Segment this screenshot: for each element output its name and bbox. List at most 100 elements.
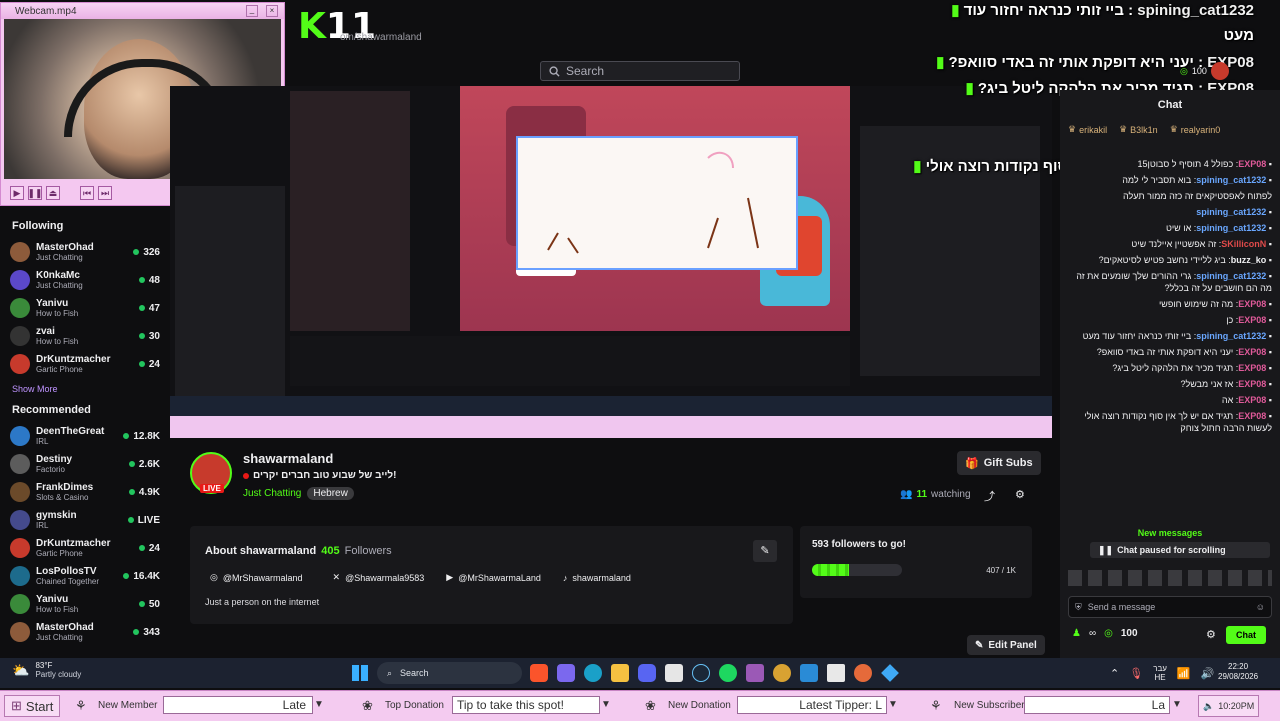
chat-username[interactable]: EXP08 <box>1238 159 1266 169</box>
edit-about-button[interactable]: ✎ <box>753 540 777 562</box>
chat-message[interactable]: ▪ SKilliconN: זה אפשטיין איילנד שיט <box>1060 236 1280 252</box>
chevron-down-icon[interactable]: ▼ <box>1172 699 1182 710</box>
channel-points[interactable]: 100 <box>1121 628 1138 639</box>
store-icon[interactable] <box>665 664 683 682</box>
copilot-icon[interactable] <box>557 664 575 682</box>
play-icon[interactable]: ▶ <box>10 186 24 200</box>
pause-icon[interactable]: ❚❚ <box>27 186 43 200</box>
webcam-titlebar[interactable]: Webcam.mp4 _ × <box>1 3 284 19</box>
recommended-item[interactable]: DrKuntzmacher Gartic Phone 24 <box>0 534 170 562</box>
social-link[interactable]: ♪ shawarmaland <box>563 573 631 583</box>
taskbar-search[interactable]: ⌕ Search <box>377 662 522 684</box>
chat-username[interactable]: spining_cat1232 <box>1196 175 1266 185</box>
previous-icon[interactable]: ⏮ <box>80 186 94 200</box>
chevron-down-icon[interactable]: ▼ <box>314 699 324 710</box>
following-item[interactable]: MasterOhad Just Chatting 326 <box>0 238 170 266</box>
chat-message[interactable]: ▪ EXP08: אז אני מבשל? <box>1060 376 1280 392</box>
category-link[interactable]: Just Chatting <box>243 488 301 499</box>
chat-message[interactable]: ▪ EXP08: אה <box>1060 392 1280 408</box>
app-icon[interactable] <box>746 664 764 682</box>
chat-message[interactable]: ▪ EXP08: כפולל 4 תוסיף ל סבוטן15 <box>1060 156 1280 172</box>
wifi-icon[interactable]: 📶 <box>1177 667 1191 680</box>
edge-icon[interactable] <box>584 664 602 682</box>
chat-message[interactable]: ▪ EXP08: כן <box>1060 312 1280 328</box>
chat-input[interactable]: ⛨ Send a message ☺ <box>1068 596 1272 618</box>
emoji-icon[interactable]: ☺ <box>1256 602 1265 612</box>
chat-message[interactable]: ▪ spining_cat1232: או שיט <box>1060 220 1280 236</box>
top-gifter[interactable]: ♛ erikakil <box>1068 124 1107 135</box>
chat-message[interactable]: ▪ spining_cat1232: ביי זותי כנראה יחזור … <box>1060 328 1280 344</box>
chat-username[interactable]: EXP08 <box>1238 395 1266 405</box>
volume-icon[interactable]: 🔊 <box>1201 667 1215 680</box>
infinity-icon[interactable]: ∞ <box>1089 628 1096 639</box>
minimize-button[interactable]: _ <box>246 5 258 17</box>
spotify-icon[interactable] <box>719 664 737 682</box>
diamond-icon[interactable] <box>881 664 899 682</box>
chat-message[interactable]: ▪ spining_cat1232: בוא תסביר לי למה <box>1060 172 1280 188</box>
language-indicator[interactable]: עבר HE <box>1153 664 1167 682</box>
chat-username[interactable]: EXP08 <box>1238 411 1266 421</box>
chevron-down-icon[interactable]: ▼ <box>601 699 611 710</box>
next-icon[interactable]: ⏭ <box>98 186 112 200</box>
chat-username[interactable]: EXP08 <box>1238 299 1266 309</box>
windows-start-icon[interactable] <box>352 665 368 681</box>
chat-message[interactable]: ▪ spining_cat1232 <box>1060 204 1280 220</box>
chat-message[interactable]: ▪ EXP08: תגיד אם יש לך אין סוף נקודות רו… <box>1060 408 1280 436</box>
following-item[interactable]: DrKuntzmacher Gartic Phone 24 <box>0 350 170 378</box>
clock[interactable]: 22:20 29/08/2026 <box>1218 662 1258 682</box>
language-tag[interactable]: Hebrew <box>307 487 354 500</box>
chat-username[interactable]: SKilliconN <box>1221 239 1266 249</box>
following-item[interactable]: Yanivu How to Fish 47 <box>0 294 170 322</box>
vscode-icon[interactable] <box>800 664 818 682</box>
recommended-item[interactable]: DeenTheGreat IRL 12.8K <box>0 422 170 450</box>
weather-widget[interactable]: ⛅ 83°F Partly cloudy <box>12 661 81 679</box>
chat-message[interactable]: ▪ EXP08: מה זה שימוש חופשי <box>1060 296 1280 312</box>
video-player[interactable] <box>170 86 1052 438</box>
recommended-item[interactable]: gymskin IRL LIVE <box>0 506 170 534</box>
mic-icon[interactable]: 🎙 <box>1129 667 1143 680</box>
top-donation-field[interactable]: Tip to take this spot! <box>452 696 600 714</box>
latest-tipper-field[interactable]: Latest Tipper: L <box>737 696 887 714</box>
profile-avatar[interactable] <box>1210 62 1229 80</box>
social-link[interactable]: ◎ @MrShawarmaland <box>210 572 303 583</box>
emote-bar[interactable] <box>1068 570 1272 586</box>
following-item[interactable]: zvai How to Fish 30 <box>0 322 170 350</box>
close-button[interactable]: × <box>266 5 278 17</box>
recommended-item[interactable]: Destiny Factorio 2.6K <box>0 450 170 478</box>
chat-username[interactable]: spining_cat1232 <box>1196 207 1266 217</box>
top-gifter[interactable]: ♛ realyarin0 <box>1170 124 1221 135</box>
recommended-item[interactable]: Yanivu How to Fish 50 <box>0 590 170 618</box>
steam-icon[interactable] <box>692 664 710 682</box>
search-input[interactable]: Search <box>540 61 740 81</box>
channel-name[interactable]: shawarmaland <box>243 451 333 466</box>
share-icon[interactable]: ⤴ <box>984 488 995 504</box>
obs-icon[interactable] <box>773 664 791 682</box>
chat-username[interactable]: EXP08 <box>1238 315 1266 325</box>
chevron-down-icon[interactable]: ▼ <box>888 699 898 710</box>
chat-username[interactable]: spining_cat1232 <box>1196 223 1266 233</box>
following-item[interactable]: K0nkaMc Just Chatting 48 <box>0 266 170 294</box>
chat-message[interactable]: ▪ EXP08: יעני היא דופקת אותי זה באדי סוו… <box>1060 344 1280 360</box>
chat-message[interactable]: ▪ buzz_ko: ביג לליידי נחשב פטיש לסיטאקים… <box>1060 252 1280 268</box>
gift-subs-button[interactable]: 🎁 Gift Subs <box>957 451 1041 475</box>
chat-username[interactable]: spining_cat1232 <box>1196 271 1266 281</box>
chat-settings-icon[interactable]: ⚙ <box>1206 628 1216 641</box>
new-subscriber-field[interactable]: La <box>1024 696 1170 714</box>
chat-message[interactable]: ▪ spining_cat1232: גרי ההורים שלך שומעים… <box>1060 268 1280 296</box>
recommended-item[interactable]: LosPollosTV Chained Together 16.4K <box>0 562 170 590</box>
start-button[interactable]: ⊞ Start <box>4 695 61 717</box>
chat-username[interactable]: spining_cat1232 <box>1196 331 1266 341</box>
social-link[interactable]: ✕ @Shawarmala9583 <box>333 572 425 583</box>
sparkle-icon[interactable] <box>854 664 872 682</box>
top-gifter[interactable]: ♛ B3lk1n <box>1119 124 1158 135</box>
new-messages-indicator[interactable]: New messages <box>1060 528 1280 538</box>
recommended-item[interactable]: FrankDimes Slots & Casino 4.9K <box>0 478 170 506</box>
folder-icon[interactable] <box>611 664 629 682</box>
eject-icon[interactable]: ⏏ <box>46 186 60 200</box>
user-settings-icon[interactable]: ⚙ <box>1015 488 1025 501</box>
users-icon[interactable]: ♟ <box>1072 628 1081 639</box>
chat-paused-banner[interactable]: ❚❚ Chat paused for scrolling <box>1090 542 1270 558</box>
chat-username[interactable]: EXP08 <box>1238 347 1266 357</box>
chevron-up-icon[interactable]: ⌃ <box>1110 667 1119 680</box>
show-more-link[interactable]: Show More <box>12 384 170 394</box>
